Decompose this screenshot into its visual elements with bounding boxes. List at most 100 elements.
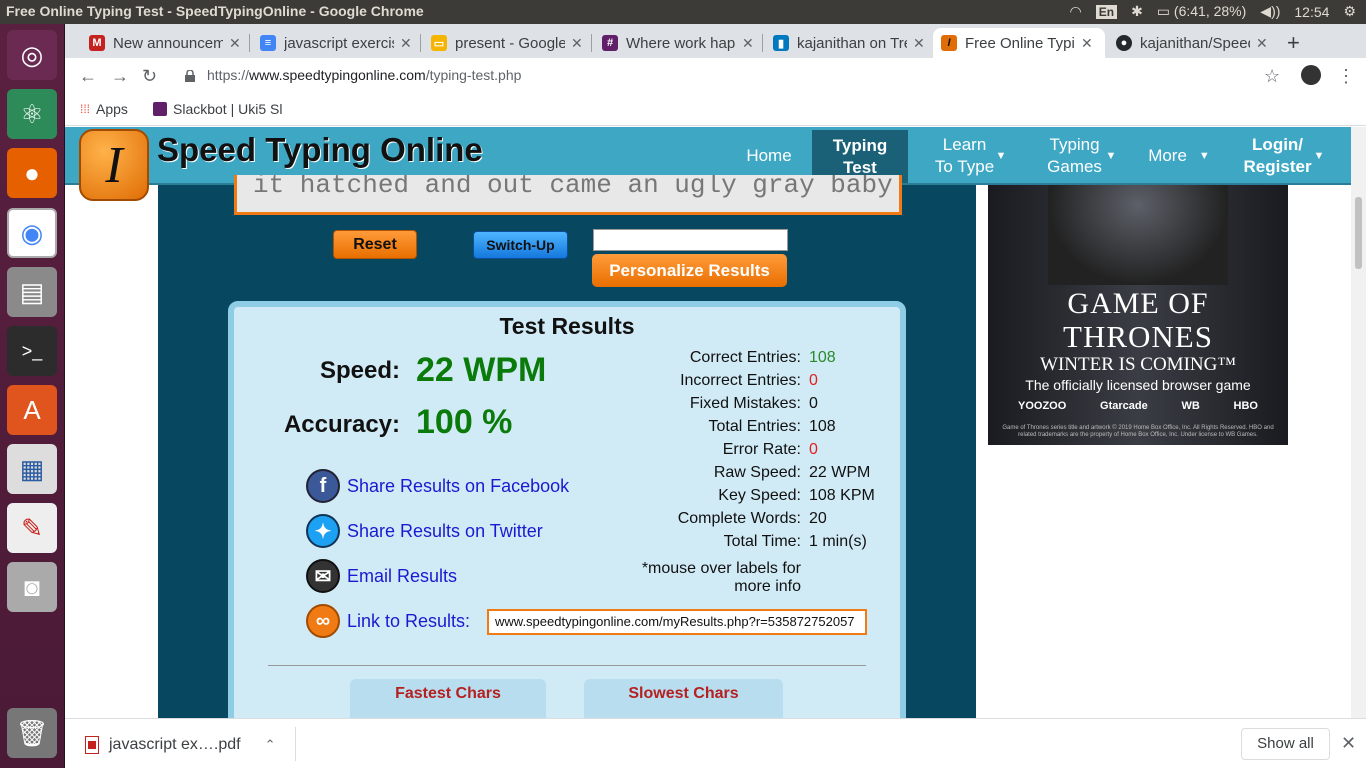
close-icon[interactable]: ✕ xyxy=(229,35,241,52)
download-item[interactable]: javascript ex….pdf ⌃ xyxy=(85,736,276,754)
battery-text: (6:41, 28%) xyxy=(1173,3,1247,19)
wb-logo: WB xyxy=(1181,400,1200,412)
slides-icon: ▭ xyxy=(431,35,447,51)
bookmark-apps[interactable]: ⁞⁞⁞ Apps xyxy=(80,101,128,117)
nav-more[interactable]: More ▼ xyxy=(1145,127,1213,185)
share-facebook-link[interactable]: f Share Results on Facebook xyxy=(306,469,569,503)
camera-icon[interactable]: ◙ xyxy=(7,562,57,612)
tab-label: kajanithan/SpeedTyping xyxy=(1140,34,1250,52)
results-link-field[interactable]: www.speedtypingonline.com/myResults.php?… xyxy=(487,609,867,635)
clock[interactable]: 12:54 xyxy=(1294,4,1329,20)
tab-slides[interactable]: ▭ present - Google Slides ✕ xyxy=(423,28,592,58)
close-icon[interactable]: ✕ xyxy=(400,35,412,52)
nav-typing-games[interactable]: Typing Games ▼ xyxy=(1040,127,1120,185)
unity-launcher: ◎ ⚛ ● ◉ ▤ >_ A ▦ ✎ ◙ 🗑 xyxy=(0,24,65,768)
volume-icon[interactable]: ◀)) xyxy=(1260,3,1280,20)
tab-slack[interactable]: # Where work happens ✕ xyxy=(594,28,763,58)
back-arrow-icon[interactable]: ← xyxy=(79,66,97,87)
stat-label[interactable]: Fixed Mistakes: xyxy=(690,395,801,413)
document-viewer-icon[interactable]: ✎ xyxy=(7,503,57,553)
tab-docs[interactable]: ≡ javascript exercises ✕ xyxy=(252,28,421,58)
personalize-results-button[interactable]: Personalize Results xyxy=(592,254,787,287)
ubuntu-dash-icon[interactable]: ◎ xyxy=(7,30,57,80)
close-icon[interactable]: ✕ xyxy=(913,35,925,52)
battery-indicator[interactable]: ▭ (6:41, 28%) xyxy=(1157,3,1247,20)
show-all-button[interactable]: Show all xyxy=(1241,728,1330,760)
stat-row: Total Entries: 108 xyxy=(234,418,908,440)
chain-link-icon: ∞ xyxy=(306,604,340,638)
stat-label[interactable]: Total Entries: xyxy=(709,418,801,436)
trash-icon[interactable]: 🗑 xyxy=(7,708,57,758)
tab-gmail[interactable]: M New announcement ✕ xyxy=(81,28,250,58)
address-bar[interactable]: https://www.speedtypingonline.com/typing… xyxy=(207,67,521,83)
firefox-icon[interactable]: ● xyxy=(7,148,57,198)
stat-label[interactable]: Complete Words: xyxy=(678,510,801,528)
power-icon[interactable]: ⚙ xyxy=(1343,3,1356,20)
url-path: /typing-test.php xyxy=(425,67,522,83)
stat-label[interactable]: Total Time: xyxy=(724,533,801,551)
close-icon[interactable]: ✕ xyxy=(1341,733,1356,754)
close-icon[interactable]: ✕ xyxy=(571,35,583,52)
stat-value: 1 min(s) xyxy=(809,533,867,550)
stat-row: Incorrect Entries: 0 xyxy=(234,372,908,394)
software-center-icon[interactable]: A xyxy=(7,385,57,435)
nav-label: Learn To Type xyxy=(934,135,995,176)
dropdown-arrow-icon: ▼ xyxy=(1105,150,1117,162)
tab-speedtyping[interactable]: I Free Online Typing Test ✕ xyxy=(933,28,1105,58)
stat-label[interactable]: Incorrect Entries: xyxy=(680,372,801,390)
tab-label: kajanithan on Trello xyxy=(797,34,907,52)
stat-label[interactable]: Key Speed: xyxy=(718,487,801,505)
personalize-name-input[interactable] xyxy=(593,229,788,251)
stat-label[interactable]: Raw Speed: xyxy=(714,464,801,482)
stat-label[interactable]: Error Rate: xyxy=(723,441,801,459)
apps-grid-icon: ⁞⁞⁞ xyxy=(80,102,91,116)
link-to-results[interactable]: ∞ Link to Results: xyxy=(306,604,470,638)
files-icon[interactable]: ▤ xyxy=(7,267,57,317)
link-label: Link to Results: xyxy=(347,610,471,631)
slowest-chars-tab[interactable]: Slowest Chars xyxy=(584,679,783,718)
reset-button[interactable]: Reset xyxy=(333,230,417,259)
writer-icon[interactable]: ▦ xyxy=(7,444,57,494)
new-tab-plus-icon[interactable]: + xyxy=(1287,30,1300,56)
nav-login-register[interactable]: Login/ Register ▼ xyxy=(1237,127,1329,185)
battery-icon: ▭ xyxy=(1156,3,1171,19)
scrollbar-thumb[interactable] xyxy=(1355,197,1362,269)
tab-label: present - Google Slides xyxy=(455,34,565,52)
facebook-icon: f xyxy=(306,469,340,503)
ad-tagline: WINTER IS COMING™ xyxy=(1040,354,1236,375)
stat-label[interactable]: Correct Entries: xyxy=(690,349,801,367)
reload-icon[interactable]: ↻ xyxy=(142,66,157,87)
wifi-icon[interactable]: ◠ xyxy=(1070,3,1082,20)
bluetooth-icon[interactable]: ✱ xyxy=(1131,3,1143,20)
site-logo[interactable]: I xyxy=(79,129,149,201)
chrome-icon[interactable]: ◉ xyxy=(7,208,57,258)
tab-github[interactable]: ● kajanithan/SpeedTyping ✕ xyxy=(1108,28,1276,58)
chevron-up-icon[interactable]: ⌃ xyxy=(265,737,276,753)
share-twitter-link[interactable]: ✦ Share Results on Twitter xyxy=(306,514,543,548)
site-name[interactable]: Speed Typing Online xyxy=(157,131,483,169)
bookmark-slackbot[interactable]: Slackbot | Uki5 Sl xyxy=(153,101,282,117)
close-icon[interactable]: ✕ xyxy=(742,35,754,52)
window-title: Free Online Typing Test - SpeedTypingOnl… xyxy=(6,3,424,19)
switch-up-button[interactable]: Switch-Up xyxy=(473,231,568,259)
game-of-thrones-ad[interactable]: GAME OF THRONES WINTER IS COMING™ The of… xyxy=(988,185,1288,445)
atom-icon[interactable]: ⚛ xyxy=(7,89,57,139)
close-icon[interactable]: ✕ xyxy=(1081,35,1093,52)
stat-value: 108 xyxy=(809,418,836,435)
bookmark-star-icon[interactable]: ☆ xyxy=(1264,66,1280,87)
keyboard-language[interactable]: En xyxy=(1095,4,1118,19)
divider xyxy=(268,665,866,666)
close-icon[interactable]: ✕ xyxy=(1256,35,1268,52)
forward-arrow-icon[interactable]: → xyxy=(111,66,129,87)
terminal-icon[interactable]: >_ xyxy=(7,326,57,376)
nav-learn-to-type[interactable]: Learn To Type ▼ xyxy=(925,127,1015,185)
email-results-link[interactable]: ✉ Email Results xyxy=(306,559,457,593)
stat-value: 108 KPM xyxy=(809,487,875,504)
page-scrollbar[interactable] xyxy=(1351,127,1366,718)
profile-avatar[interactable] xyxy=(1301,65,1321,85)
ad-subtitle: The officially licensed browser game xyxy=(1025,377,1251,393)
stat-row: Error Rate: 0 xyxy=(234,441,908,463)
menu-dots-icon[interactable]: ⋮ xyxy=(1337,66,1355,87)
fastest-chars-tab[interactable]: Fastest Chars xyxy=(350,679,546,718)
tab-trello[interactable]: ▮ kajanithan on Trello ✕ xyxy=(765,28,933,58)
